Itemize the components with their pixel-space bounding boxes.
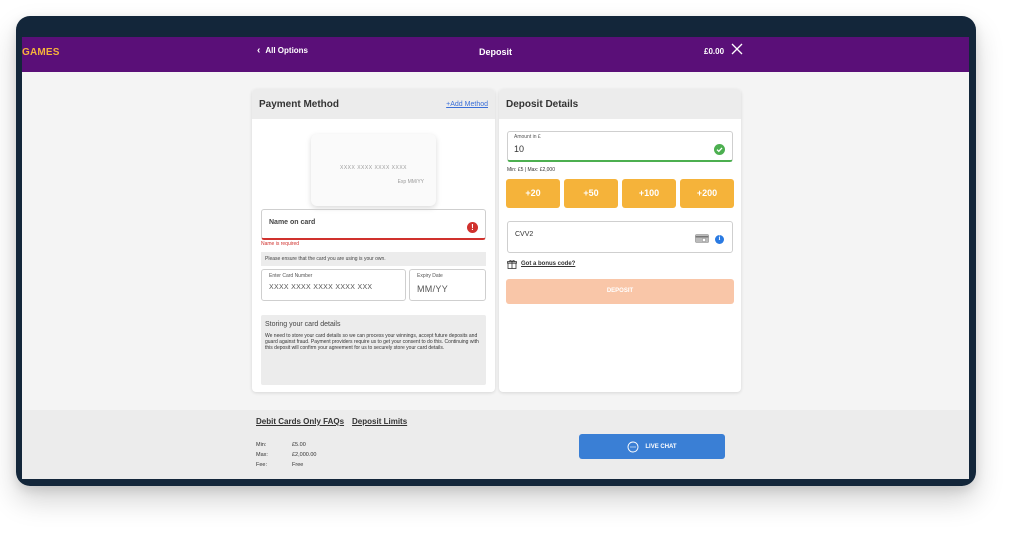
page-title: Deposit [478, 47, 512, 57]
check-icon [714, 144, 725, 155]
quick-amount-20-button[interactable]: +20 [506, 179, 560, 208]
info-icon[interactable]: i [715, 235, 724, 244]
amount-value: 10 [514, 144, 525, 154]
limit-value: £2,000.00 [292, 452, 317, 458]
limit-key: Fee: [256, 462, 268, 468]
limit-key: Max: [256, 452, 268, 458]
card-number-field[interactable]: Enter Card Number XXXX XXXX XXXX XXXX XX… [261, 269, 406, 301]
deposit-limits-link[interactable]: Deposit Limits [352, 417, 407, 426]
cvv-input[interactable]: CVV2 i [507, 221, 733, 253]
close-icon [731, 43, 743, 55]
payment-method-header: Payment Method +Add Method [252, 89, 495, 119]
debit-cards-faq-link[interactable]: Debit Cards Only FAQs [256, 417, 344, 426]
deposit-details-header: Deposit Details [499, 89, 741, 119]
card-icon [695, 234, 709, 243]
deposit-details-panel: Deposit Details Amount in £ 10 Min: £5 |… [499, 89, 741, 392]
amount-min-max: Min: £5 | Max: £2,000 [507, 167, 555, 173]
footer-links: Debit Cards Only FAQs Deposit Limits [256, 417, 407, 426]
payment-method-panel: Payment Method +Add Method XXXX XXXX XXX… [252, 89, 495, 392]
amount-input[interactable]: Amount in £ 10 [507, 131, 733, 162]
limit-value: £5.00 [292, 442, 306, 448]
card-number-placeholder: XXXX XXXX XXXX XXXX XXX [269, 284, 373, 291]
name-on-card-label: Name on card [269, 219, 316, 226]
limit-row: Min: £5.00 [256, 442, 316, 452]
limit-value: Free [292, 462, 304, 468]
add-method-link[interactable]: +Add Method [446, 101, 488, 108]
close-button[interactable] [730, 42, 744, 56]
quick-amount-50-button[interactable]: +50 [564, 179, 618, 208]
expiry-date-label: Expiry Date [417, 273, 443, 279]
card-number-label: Enter Card Number [269, 273, 313, 279]
live-chat-button[interactable]: LIVE CHAT [579, 434, 725, 459]
storing-card-details-box: Storing your card details We need to sto… [261, 315, 486, 385]
card-preview: XXXX XXXX XXXX XXXX Exp MM/YY [311, 134, 436, 206]
gift-icon [507, 260, 517, 269]
limits-table: Min: £5.00 Max: £2,000.00 Fee: Free [256, 442, 316, 472]
card-preview-number: XXXX XXXX XXXX XXXX [339, 165, 408, 171]
live-chat-label: LIVE CHAT [645, 443, 677, 450]
amount-label: Amount in £ [514, 134, 541, 140]
footer: Debit Cards Only FAQs Deposit Limits Min… [22, 410, 969, 479]
name-on-card-field[interactable]: Name on card ! [261, 209, 486, 240]
payment-method-title: Payment Method [259, 98, 340, 110]
expiry-date-placeholder: MM/YY [417, 284, 449, 294]
chat-icon [627, 441, 639, 452]
top-bar: GAMES ‹ All Options Deposit £0.00 [22, 37, 969, 72]
storing-title: Storing your card details [265, 321, 341, 328]
cvv-label: CVV2 [515, 231, 534, 238]
balance: £0.00 [704, 47, 725, 56]
name-error-text: Name is required [261, 241, 300, 247]
storing-text: We need to store your card details so we… [265, 333, 479, 351]
deposit-screen: GAMES ‹ All Options Deposit £0.00 Paymen… [22, 37, 969, 479]
card-ownership-hint: Please ensure that the card you are usin… [261, 252, 486, 266]
limit-key: Min: [256, 442, 267, 448]
quick-amount-100-button[interactable]: +100 [622, 179, 676, 208]
limit-row: Fee: Free [256, 462, 316, 472]
quick-amount-buttons: +20 +50 +100 +200 [506, 179, 734, 208]
deposit-details-title: Deposit Details [506, 98, 579, 110]
error-icon: ! [467, 222, 478, 233]
deposit-button[interactable]: DEPOSIT [506, 279, 734, 304]
bonus-code-link[interactable]: Got a bonus code? [507, 259, 575, 269]
window-frame: GAMES ‹ All Options Deposit £0.00 Paymen… [16, 16, 976, 486]
quick-amount-200-button[interactable]: +200 [680, 179, 734, 208]
limit-row: Max: £2,000.00 [256, 452, 316, 462]
bonus-code-text: Got a bonus code? [521, 261, 576, 267]
expiry-date-field[interactable]: Expiry Date MM/YY [409, 269, 486, 301]
card-preview-expiry: Exp MM/YY [397, 179, 424, 185]
